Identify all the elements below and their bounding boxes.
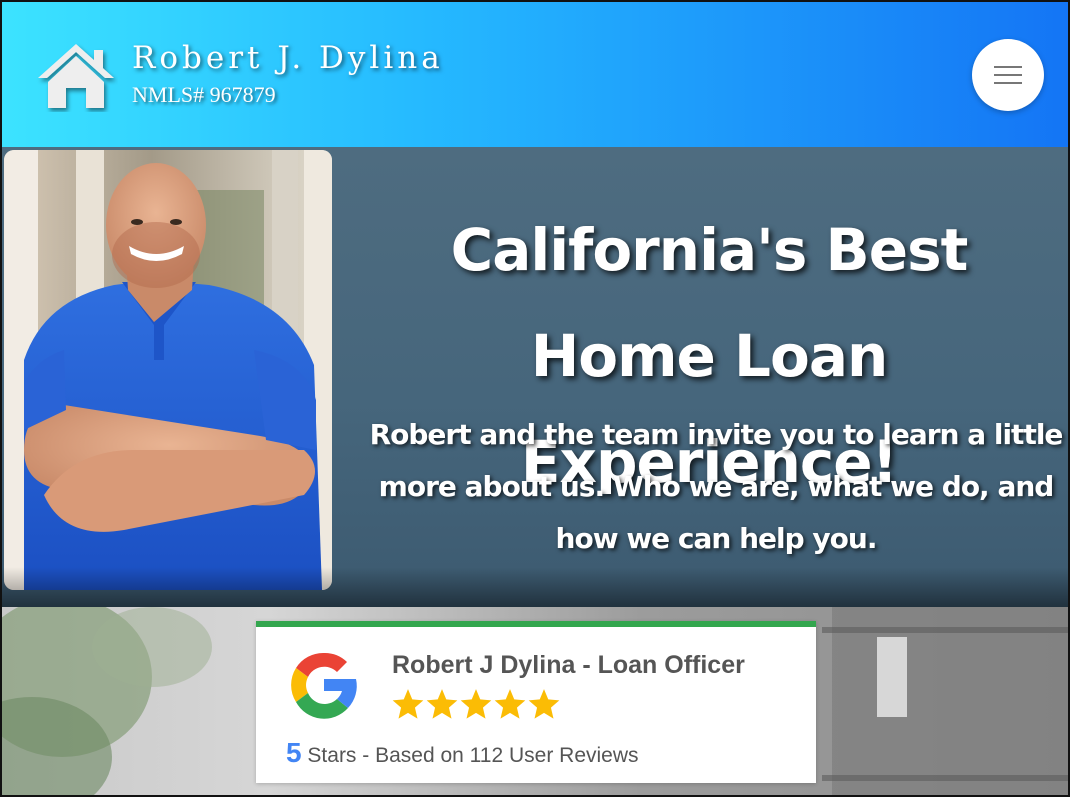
hamburger-menu-button[interactable] (972, 39, 1044, 111)
google-review-card[interactable]: Robert J Dylina - Loan Officer 5 Stars -… (256, 621, 816, 783)
star-icon (528, 689, 560, 719)
nmls-number: NMLS# 967879 (132, 82, 276, 107)
site-title[interactable]: Robert J. Dylina (132, 40, 444, 76)
page-frame: Robert J. Dylina NMLS# 967879 California… (0, 0, 1070, 797)
review-rating-text: Stars - Based on 112 User Reviews (307, 744, 639, 767)
star-icon (392, 689, 424, 719)
google-g-icon (291, 652, 357, 719)
star-icon (494, 689, 526, 719)
hero-section: California's Best Home Loan Experience! … (2, 147, 1068, 607)
star-rating (391, 687, 561, 723)
site-header: Robert J. Dylina NMLS# 967879 (2, 2, 1068, 147)
star-icon (460, 689, 492, 719)
hero-subtitle: Robert and the team invite you to learn … (369, 418, 1064, 555)
profile-photo (4, 150, 332, 590)
review-business-name[interactable]: Robert J Dylina - Loan Officer (392, 651, 745, 680)
hamburger-line (994, 74, 1022, 76)
star-icon (426, 689, 458, 719)
hamburger-line (994, 82, 1022, 84)
hamburger-menu-icon (994, 66, 1022, 68)
review-rating-number: 5 (286, 737, 302, 768)
review-summary: 5 Stars - Based on 112 User Reviews (286, 737, 639, 769)
house-icon[interactable] (34, 40, 118, 112)
